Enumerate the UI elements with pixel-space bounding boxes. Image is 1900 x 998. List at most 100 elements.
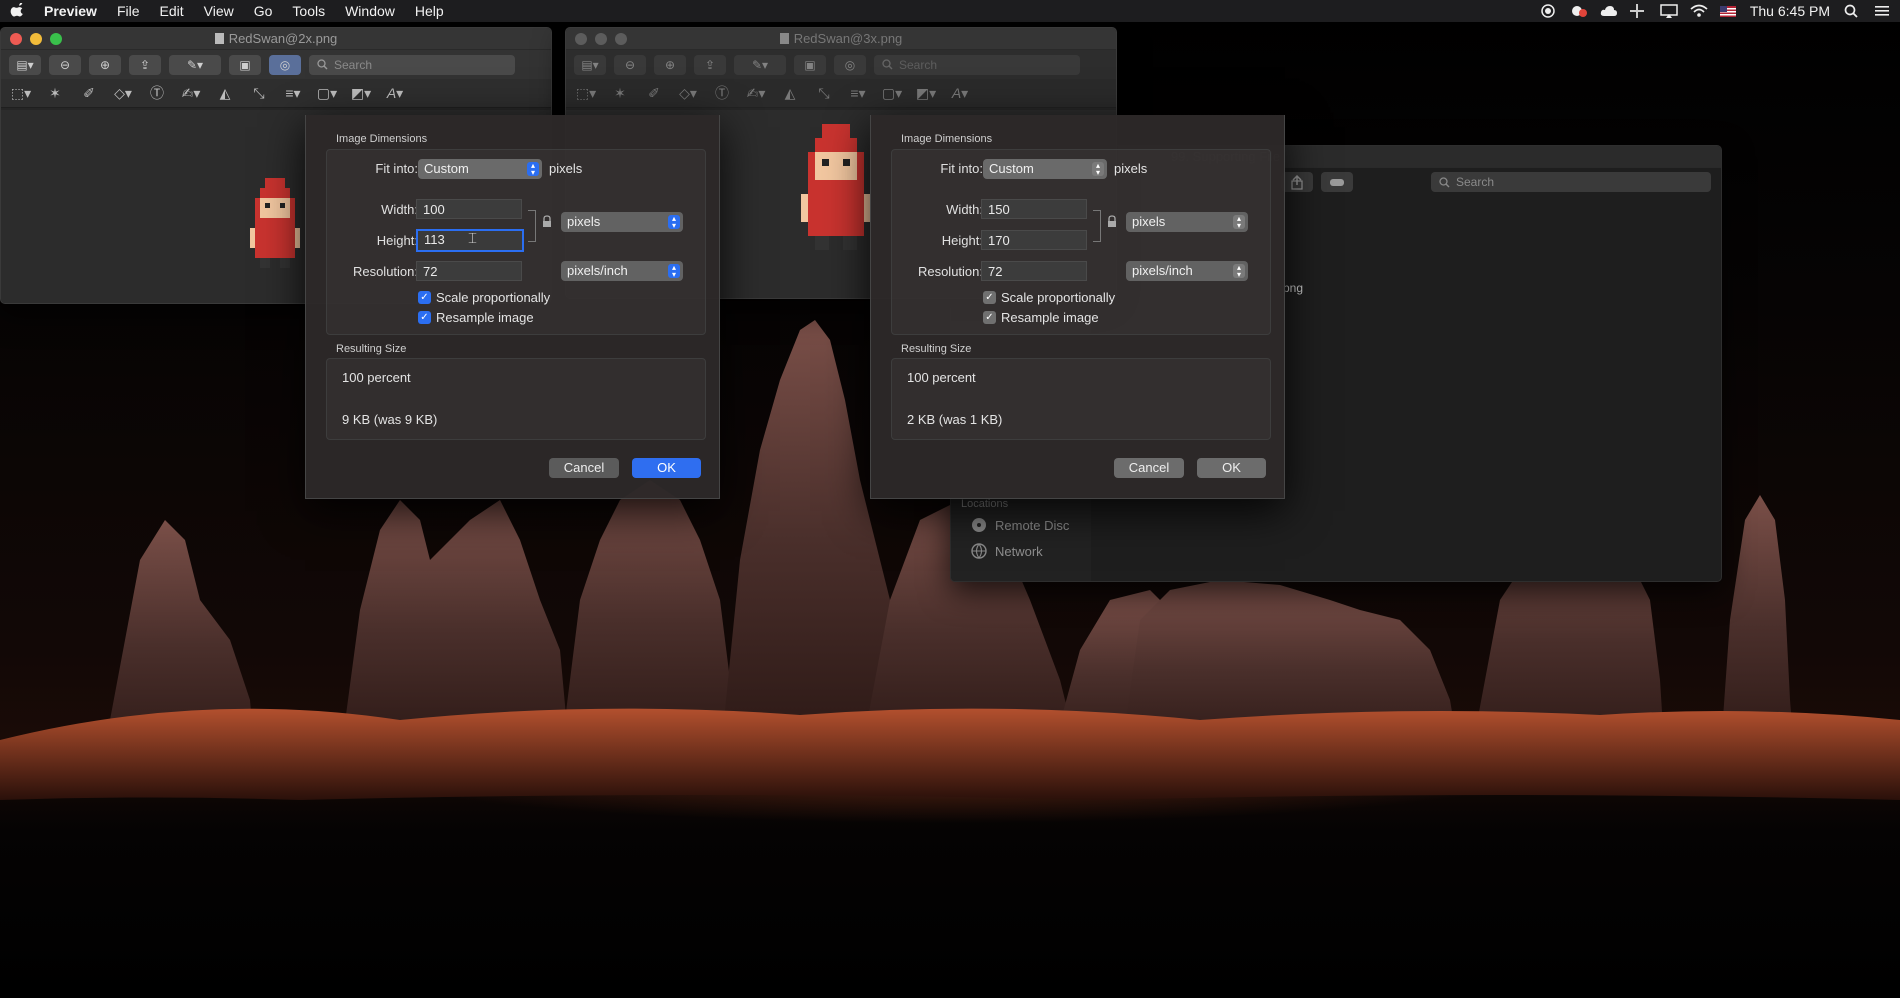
us-flag-icon[interactable] (1719, 4, 1736, 18)
finder-share-button[interactable] (1281, 172, 1313, 192)
lock-icon[interactable] (542, 215, 552, 227)
resolution-input[interactable]: 72 (416, 261, 522, 281)
checkmark-icon: ✓ (983, 291, 996, 304)
zoom-icon[interactable] (615, 32, 627, 45)
adjust-size-icon[interactable]: ⤡ (812, 83, 836, 103)
minimize-icon[interactable] (595, 32, 607, 45)
document-icon (214, 33, 224, 44)
border-color-icon[interactable]: ▢▾ (880, 83, 904, 103)
image-dimensions-heading: Image Dimensions (336, 133, 428, 145)
ok-button[interactable]: OK (1197, 458, 1266, 478)
sidebar-item-network[interactable]: Network (971, 543, 1043, 559)
wifi-icon[interactable] (1690, 4, 1708, 18)
markup-toolbar-button[interactable]: ◎ (834, 54, 866, 75)
text-style-icon[interactable]: A▾ (948, 83, 972, 103)
fill-color-icon[interactable]: ◩▾ (349, 83, 373, 103)
search-field-right[interactable]: Search (874, 54, 1080, 75)
width-input[interactable]: 100 (416, 199, 522, 219)
zoom-icon[interactable] (50, 32, 62, 45)
fill-color-icon[interactable]: ◩▾ (914, 83, 938, 103)
finder-file-name-suffix[interactable]: png (1283, 281, 1303, 295)
adjust-size-sheet-right: Image Dimensions Fit into: Custom ▴ ▾ pix… (870, 115, 1285, 499)
lock-icon[interactable] (1107, 215, 1117, 227)
menu-app-preview[interactable]: Preview (34, 3, 107, 19)
sketch-icon[interactable]: ✐ (642, 83, 666, 103)
menu-edit[interactable]: Edit (150, 3, 194, 19)
menu-go[interactable]: Go (244, 3, 283, 19)
menu-view[interactable]: View (194, 3, 244, 19)
resample-image-checkbox[interactable]: ✓ Resample image (983, 310, 1099, 325)
share-button[interactable]: ⇪ (694, 54, 726, 75)
adjust-color-icon[interactable]: ◭ (778, 83, 802, 103)
sidebar-item-remote-disc[interactable]: Remote Disc (971, 517, 1069, 533)
record-icon[interactable] (1540, 4, 1556, 18)
adjust-color-icon[interactable]: ◭ (213, 83, 237, 103)
resolution-input[interactable]: 72 (981, 261, 1087, 281)
zoom-out-button[interactable]: ⊖ (614, 54, 646, 75)
resolution-unit-popup[interactable]: pixels/inch ▴ ▾ (1126, 261, 1248, 281)
zoom-in-button[interactable]: ⊕ (654, 54, 686, 75)
shapes-icon[interactable]: ◇▾ (676, 83, 700, 103)
sketch-icon[interactable]: ✐ (77, 83, 101, 103)
sign-icon[interactable]: ✍▾ (744, 83, 768, 103)
ok-button[interactable]: OK (632, 458, 701, 478)
height-input[interactable]: 170 (981, 230, 1087, 250)
border-color-icon[interactable]: ▢▾ (315, 83, 339, 103)
fit-into-popup[interactable]: Custom ▴ ▾ (983, 159, 1107, 179)
zoom-out-button[interactable]: ⊖ (49, 54, 81, 75)
airplay-icon[interactable] (1660, 4, 1678, 18)
resolution-unit-popup[interactable]: pixels/inch ▴ ▾ (561, 261, 683, 281)
text-icon[interactable]: Ⓣ (710, 83, 734, 103)
rect-selection-icon[interactable]: ⬚▾ (574, 83, 598, 103)
pen-button[interactable]: ✎▾ (169, 54, 221, 75)
menu-file[interactable]: File (107, 3, 150, 19)
width-input[interactable]: 150 (981, 199, 1087, 219)
resample-image-checkbox[interactable]: ✓ Resample image (418, 310, 534, 325)
notification-center-icon[interactable] (1874, 4, 1890, 18)
markup-toolbar-button[interactable]: ◎ (269, 54, 301, 75)
apple-menu-icon[interactable] (0, 1, 34, 20)
shape-style-icon[interactable]: ≡▾ (281, 83, 305, 103)
shapes-icon[interactable]: ◇▾ (111, 83, 135, 103)
fit-into-popup[interactable]: Custom ▴ ▾ (418, 159, 542, 179)
move-icon[interactable] (1629, 4, 1646, 18)
finder-tag-button[interactable] (1321, 172, 1353, 192)
menu-help[interactable]: Help (405, 3, 454, 19)
sidebar-toggle-button[interactable]: ▤▾ (9, 54, 41, 75)
creative-cloud-icon[interactable] (1570, 4, 1587, 18)
link-bracket (1093, 210, 1101, 242)
briefcase-button[interactable]: ▣ (229, 54, 261, 75)
share-button[interactable]: ⇪ (129, 54, 161, 75)
menu-window[interactable]: Window (335, 3, 405, 19)
sign-icon[interactable]: ✍▾ (179, 83, 203, 103)
dimension-unit-popup[interactable]: pixels ▴ ▾ (1126, 212, 1248, 232)
zoom-in-button[interactable]: ⊕ (89, 54, 121, 75)
shape-style-icon[interactable]: ≡▾ (846, 83, 870, 103)
resample-image-label: Resample image (1001, 310, 1099, 325)
spotlight-search-icon[interactable] (1844, 4, 1860, 18)
width-label: Width: (381, 202, 418, 217)
text-style-icon[interactable]: A▾ (383, 83, 407, 103)
scale-proportionally-checkbox[interactable]: ✓ Scale proportionally (418, 290, 550, 305)
search-field-left[interactable]: Search (309, 54, 515, 75)
menu-tools[interactable]: Tools (282, 3, 335, 19)
cancel-button[interactable]: Cancel (549, 458, 619, 478)
sidebar-toggle-button[interactable]: ▤▾ (574, 54, 606, 75)
image-dimensions-heading: Image Dimensions (901, 133, 993, 145)
scale-proportionally-checkbox[interactable]: ✓ Scale proportionally (983, 290, 1115, 305)
text-icon[interactable]: Ⓣ (145, 83, 169, 103)
instant-alpha-icon[interactable]: ✶ (43, 83, 67, 103)
finder-search-field[interactable]: Search (1431, 172, 1711, 192)
cloud-upload-icon[interactable] (1600, 4, 1617, 18)
rect-selection-icon[interactable]: ⬚▾ (9, 83, 33, 103)
instant-alpha-icon[interactable]: ✶ (608, 83, 632, 103)
cancel-button[interactable]: Cancel (1114, 458, 1184, 478)
dimension-unit-popup[interactable]: pixels ▴ ▾ (561, 212, 683, 232)
briefcase-button[interactable]: ▣ (794, 54, 826, 75)
minimize-icon[interactable] (30, 32, 42, 45)
close-icon[interactable] (575, 32, 587, 45)
clock[interactable]: Thu 6:45 PM (1750, 3, 1830, 19)
close-icon[interactable] (10, 32, 22, 45)
adjust-size-icon[interactable]: ⤡ (247, 83, 271, 103)
pen-button[interactable]: ✎▾ (734, 54, 786, 75)
